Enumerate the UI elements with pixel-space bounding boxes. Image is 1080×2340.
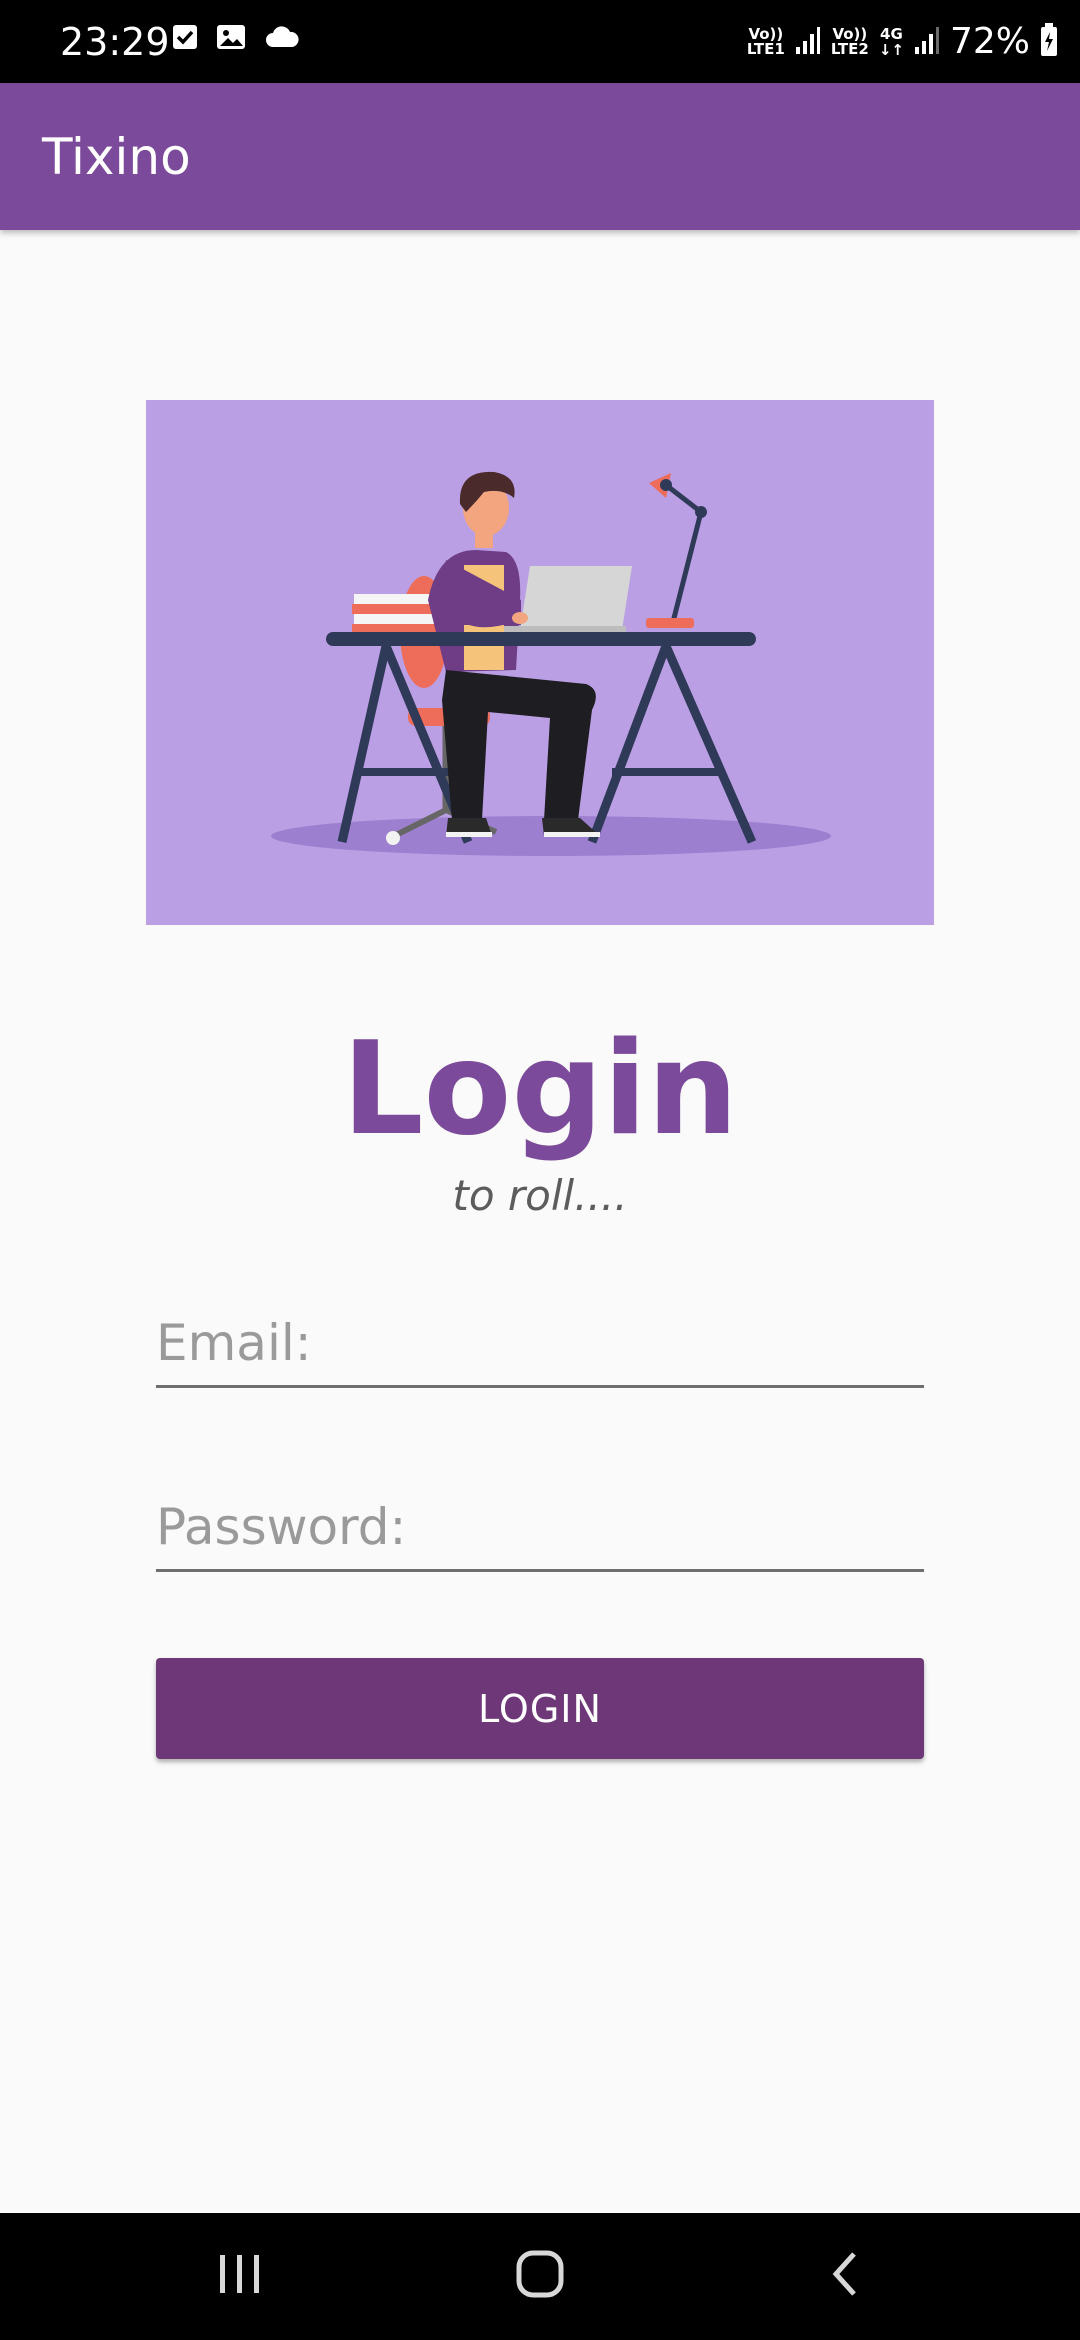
net3-bottom: ↓↑ xyxy=(878,41,904,59)
status-right-icons: Vo)) LTE1 Vo)) LTE2 4G ↓↑ 72% xyxy=(747,20,1058,64)
battery-percent: 72% xyxy=(949,21,1030,62)
person-at-desk-illustration xyxy=(146,400,934,925)
email-field[interactable] xyxy=(156,1305,924,1388)
back-icon xyxy=(828,2250,862,2303)
battery-icon xyxy=(1040,22,1058,62)
login-title: Login xyxy=(341,1015,739,1164)
net1-bottom: LTE1 xyxy=(746,40,785,58)
home-button[interactable] xyxy=(460,2213,620,2340)
checkbox-icon xyxy=(172,24,198,55)
status-bar: 23:29 Vo)) LTE1 Vo)) LTE2 4G ↓↑ 72% xyxy=(0,0,1080,83)
network-indicator-1: Vo)) LTE1 xyxy=(747,27,785,57)
recents-icon xyxy=(218,2253,262,2300)
net2-bottom: LTE2 xyxy=(830,40,869,58)
password-field[interactable] xyxy=(156,1489,924,1572)
status-notification-icons xyxy=(172,24,300,55)
signal-icon-2 xyxy=(914,25,940,60)
image-icon xyxy=(216,24,246,55)
hero-illustration xyxy=(146,400,934,925)
navigation-bar xyxy=(0,2213,1080,2340)
status-time: 23:29 xyxy=(60,20,170,64)
network-indicator-3: 4G ↓↑ xyxy=(879,26,904,58)
network-indicator-2: Vo)) LTE2 xyxy=(831,27,869,57)
net3-top: 4G xyxy=(880,25,903,43)
login-button[interactable]: LOGIN xyxy=(156,1658,924,1759)
login-subtitle: to roll.... xyxy=(452,1171,628,1220)
app-bar: Tixino xyxy=(0,83,1080,230)
back-button[interactable] xyxy=(765,2213,925,2340)
signal-icon xyxy=(795,25,821,60)
app-title: Tixino xyxy=(42,128,191,186)
cloud-icon xyxy=(264,25,300,54)
home-icon xyxy=(515,2249,565,2304)
login-screen: 23:29 Vo)) LTE1 Vo)) LTE2 4G ↓↑ 72% Tixi… xyxy=(0,0,1080,2340)
recents-button[interactable] xyxy=(160,2213,320,2340)
